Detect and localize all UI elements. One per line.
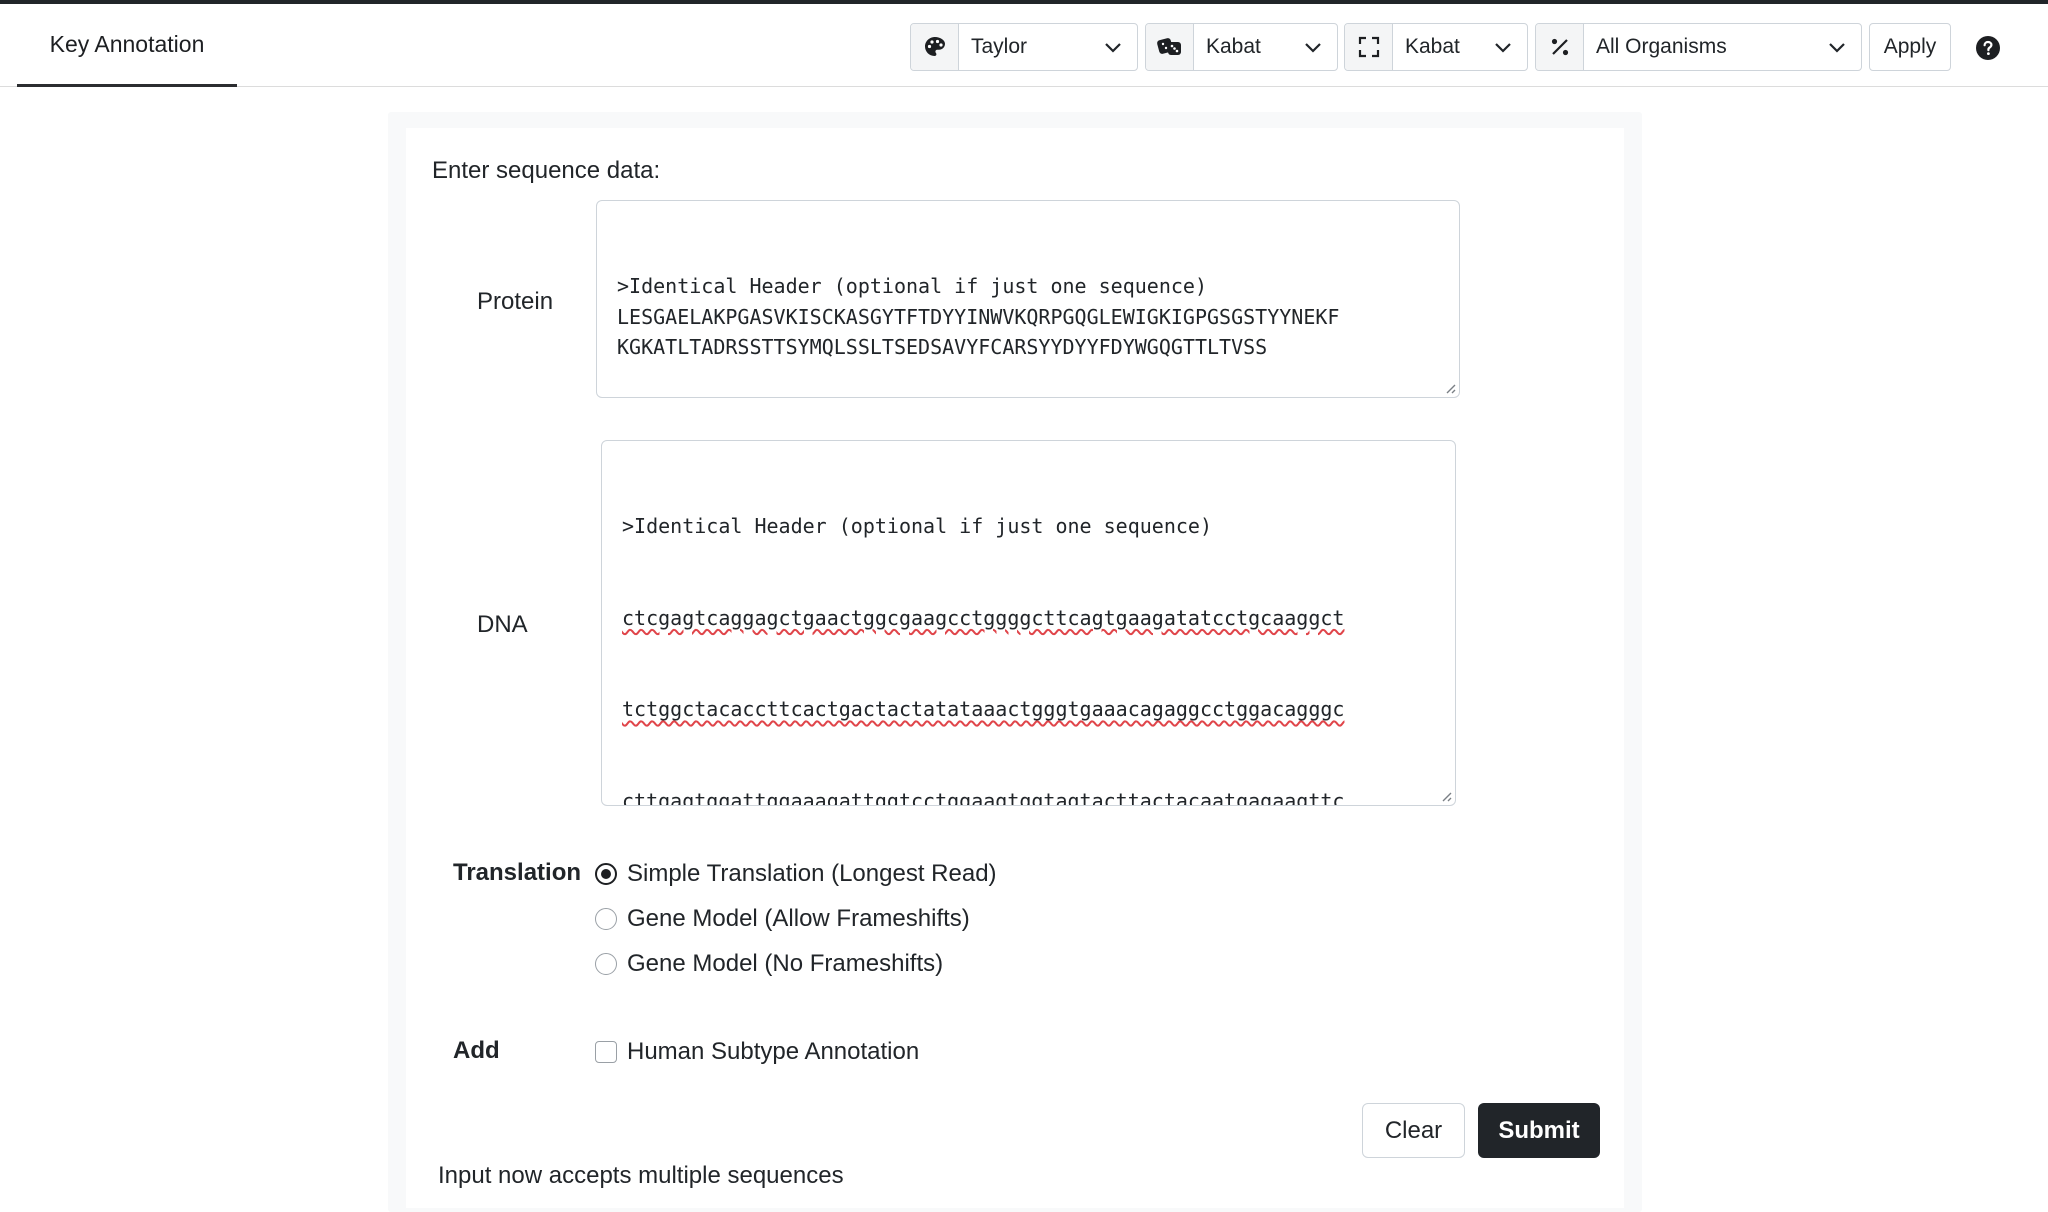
translation-option-frameshifts[interactable]: Gene Model (Allow Frameshifts) — [595, 905, 970, 933]
resize-grip-icon[interactable] — [1438, 788, 1452, 802]
protein-textarea[interactable]: >Identical Header (optional if just one … — [596, 200, 1460, 398]
chevron-down-icon — [1305, 43, 1321, 53]
percent-icon — [1536, 24, 1584, 70]
numbering-select[interactable]: Kabat — [1145, 23, 1338, 71]
scheme-select-value: Taylor — [971, 35, 1028, 58]
organism-select[interactable]: All Organisms — [1535, 23, 1862, 71]
dna-header: >Identical Header (optional if just one … — [622, 514, 1213, 538]
radio-selected[interactable] — [595, 863, 617, 885]
translation-option-label: Gene Model (No Frameshifts) — [627, 950, 944, 977]
chevron-down-icon — [1829, 43, 1845, 53]
footer-note: Input now accepts multiple sequences — [438, 1162, 844, 1189]
sequence-prompt: Enter sequence data: — [432, 157, 661, 184]
resize-grip-icon[interactable] — [1442, 380, 1456, 394]
numbering-select-value: Kabat — [1206, 35, 1261, 58]
translation-label: Translation — [453, 859, 582, 886]
organism-select-value: All Organisms — [1596, 35, 1727, 58]
translation-option-label: Gene Model (Allow Frameshifts) — [627, 905, 970, 932]
expand-icon — [1345, 24, 1393, 70]
submit-button[interactable]: Submit — [1478, 1103, 1600, 1158]
protein-label: Protein — [477, 288, 554, 315]
scheme-select[interactable]: Taylor — [910, 23, 1138, 71]
dna-label: DNA — [477, 611, 528, 638]
human-subtype-label: Human Subtype Annotation — [627, 1038, 920, 1065]
dna-line: cttgagtggattggaaagattggtcctggaagtggtagta… — [622, 788, 1345, 806]
chevron-down-icon — [1495, 43, 1511, 53]
add-label: Add — [453, 1037, 500, 1064]
radio-unselected[interactable] — [595, 953, 617, 975]
translation-option-no-frameshifts[interactable]: Gene Model (No Frameshifts) — [595, 950, 943, 978]
question-circle-icon[interactable] — [1975, 35, 2001, 61]
dna-textarea[interactable]: >Identical Header (optional if just one … — [601, 440, 1456, 806]
apply-button[interactable]: Apply — [1869, 23, 1951, 71]
translation-option-label: Simple Translation (Longest Read) — [627, 860, 997, 887]
human-subtype-checkbox[interactable] — [595, 1041, 617, 1063]
tab-key-annotation[interactable]: Key Annotation — [17, 4, 237, 87]
radio-unselected[interactable] — [595, 908, 617, 930]
palette-icon — [911, 24, 959, 70]
region-select-value: Kabat — [1405, 35, 1460, 58]
dice-icon — [1146, 24, 1194, 70]
top-toolbar: Key Annotation Taylor Kabat Kabat All Or… — [0, 4, 2048, 87]
region-select[interactable]: Kabat — [1344, 23, 1528, 71]
dna-line: tctggctacaccttcactgactactatataaactgggtga… — [622, 697, 1345, 721]
chevron-down-icon — [1105, 43, 1121, 53]
dna-line: ctcgagtcaggagctgaactggcgaagcctggggcttcag… — [622, 605, 1345, 630]
human-subtype-option[interactable]: Human Subtype Annotation — [595, 1038, 919, 1066]
translation-option-simple[interactable]: Simple Translation (Longest Read) — [595, 860, 997, 888]
protein-text: >Identical Header (optional if just one … — [617, 274, 1340, 359]
clear-button[interactable]: Clear — [1362, 1103, 1465, 1158]
